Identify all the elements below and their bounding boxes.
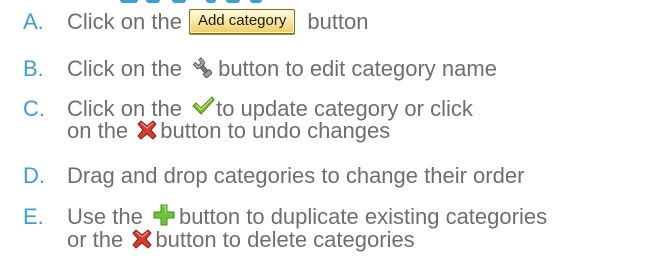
step-text: button to undo changes	[160, 118, 391, 143]
step-text: Use the	[67, 204, 143, 229]
step-text: button to edit category name	[218, 56, 497, 81]
add-category-button-label: Add category	[197, 11, 287, 29]
step-line-2: on the button to undo changes	[67, 120, 390, 142]
step-text: on the	[67, 118, 129, 143]
step-line: Click on the button to edit category nam…	[67, 56, 497, 82]
step-line-2: or the button to delete categories	[67, 227, 415, 252]
step-text: Drag and drop categories to change their…	[67, 163, 525, 188]
step-line: Click on the Add category button	[67, 8, 369, 36]
step-letter: D.	[23, 163, 45, 188]
step-text: Click on the	[67, 9, 182, 34]
step-text: or the	[67, 227, 124, 252]
step-text: button	[307, 9, 369, 34]
step-letter: C.	[23, 96, 45, 121]
header-remnant	[0, 0, 671, 3]
delete-x-icon	[137, 120, 157, 140]
delete-x-icon	[132, 229, 153, 249]
step-text: Click on the	[67, 56, 182, 81]
step-letter: A.	[23, 9, 44, 34]
add-category-button[interactable]: Add category	[188, 8, 296, 34]
checkmark-icon	[191, 95, 215, 117]
step-text: button to delete categories	[155, 227, 415, 252]
add-plus-icon	[153, 204, 175, 226]
step-letter: B.	[23, 56, 44, 81]
wrench-icon	[192, 57, 214, 79]
step-letter: E.	[23, 204, 44, 229]
step-text: button to duplicate existing categories	[178, 204, 548, 229]
